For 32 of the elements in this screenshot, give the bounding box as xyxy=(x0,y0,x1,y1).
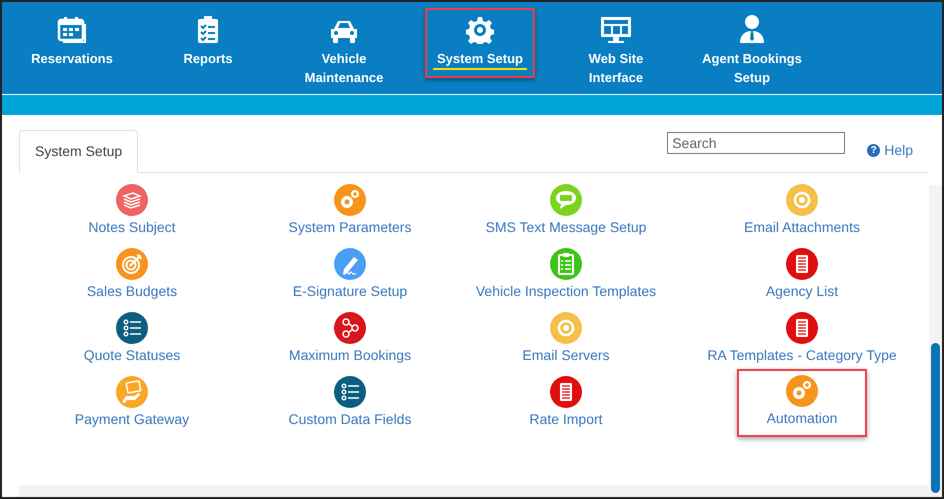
setup-item[interactable]: Sales Budgets xyxy=(86,247,178,300)
setup-item[interactable]: Quote Statuses xyxy=(84,311,180,364)
nav-item[interactable]: Reports xyxy=(140,2,276,94)
highlighted-setup-item[interactable]: Automation xyxy=(736,369,868,437)
nav-item[interactable]: System Setup xyxy=(425,8,535,78)
setup-item[interactable]: Email Attachments xyxy=(744,183,860,236)
tab[interactable]: System Setup xyxy=(19,130,138,173)
clipboard-icon xyxy=(196,14,220,44)
setup-item[interactable]: Maximum Bookings xyxy=(288,311,412,364)
search-field[interactable]: Search xyxy=(667,132,846,154)
nav-item[interactable]: Vehicle Maintenance xyxy=(276,2,412,94)
setup-item[interactable]: Email Servers xyxy=(522,311,610,364)
setup-item[interactable]: Payment Gateway xyxy=(74,375,190,428)
setup-item[interactable]: E-Signature Setup xyxy=(292,247,408,300)
setup-item[interactable]: SMS Text Message Setup xyxy=(486,183,646,236)
setup-item[interactable]: Notes Subject xyxy=(88,183,176,236)
setup-item[interactable]: RA Templates - Category Type xyxy=(707,311,897,364)
person-icon xyxy=(738,14,766,44)
setup-item[interactable]: System Parameters xyxy=(288,183,412,236)
calendar-icon xyxy=(57,14,87,44)
setup-item[interactable]: Agency List xyxy=(766,247,838,300)
monitor-icon xyxy=(600,14,632,44)
nav-item[interactable]: Reservations xyxy=(4,2,140,94)
nav-item[interactable]: Agent Bookings Setup xyxy=(684,2,820,94)
setup-item[interactable]: Custom Data Fields xyxy=(288,375,412,428)
gear-icon xyxy=(466,14,494,44)
help-icon[interactable]: ? xyxy=(867,144,880,157)
nav-item[interactable]: Web Site Interface xyxy=(548,2,684,94)
setup-item[interactable]: Rate Import xyxy=(529,375,603,428)
scrollbar-thumb[interactable] xyxy=(931,343,940,493)
help-link[interactable]: Help xyxy=(884,140,913,161)
setup-item[interactable]: Vehicle Inspection Templates xyxy=(476,247,656,300)
